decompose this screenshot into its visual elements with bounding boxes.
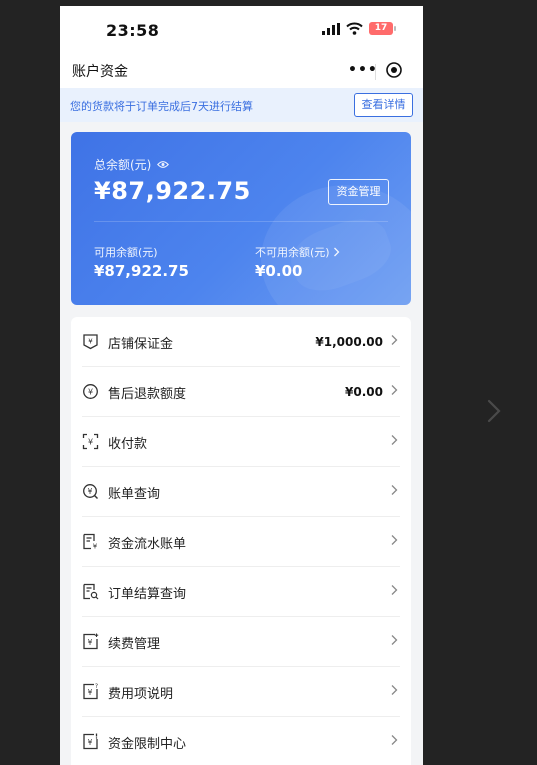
scan-yen-icon: ¥ bbox=[82, 433, 99, 450]
menu-item-payments[interactable]: ¥ 收付款 bbox=[71, 417, 411, 467]
chevron-right-icon bbox=[391, 735, 398, 745]
document-search-icon bbox=[83, 583, 99, 600]
svg-text:¥: ¥ bbox=[88, 638, 93, 647]
menu-label: 账单查询 bbox=[108, 487, 161, 502]
menu-label: 费用项说明 bbox=[108, 687, 174, 702]
notice-text: 您的货款将于订单完成后7天进行结算 bbox=[70, 100, 253, 113]
wifi-icon bbox=[346, 22, 363, 35]
menu-item-refund-quota[interactable]: ¥ 售后退款额度 ¥0.00 bbox=[71, 367, 411, 417]
chevron-right-icon bbox=[391, 535, 398, 545]
menu-label: 资金流水账单 bbox=[108, 537, 187, 552]
view-details-button[interactable]: 查看详情 bbox=[354, 93, 413, 117]
chevron-right-icon bbox=[391, 335, 398, 345]
menu-item-fund-limit[interactable]: ¥ 资金限制中心 bbox=[71, 717, 411, 765]
menu-label: 收付款 bbox=[108, 437, 148, 452]
chevron-right-icon bbox=[391, 485, 398, 495]
chevron-right-icon bbox=[391, 585, 398, 595]
close-target-icon[interactable] bbox=[385, 61, 403, 79]
chevron-right-icon bbox=[391, 635, 398, 645]
menu-label: 续费管理 bbox=[108, 637, 161, 652]
svg-text:¥: ¥ bbox=[88, 338, 93, 346]
chevron-right-icon bbox=[391, 435, 398, 445]
phone-screen: 23:58 17 账户资金 ••• 您的货款将于订单完成后7天进行结算 查看详情… bbox=[60, 6, 423, 765]
menu-item-renewal[interactable]: ¥ 续费管理 bbox=[71, 617, 411, 667]
svg-text:¥: ¥ bbox=[93, 543, 98, 551]
next-arrow-icon[interactable] bbox=[483, 397, 505, 425]
chevron-right-icon bbox=[333, 247, 340, 257]
notice-bar: 您的货款将于订单完成后7天进行结算 查看详情 bbox=[60, 88, 423, 122]
total-balance-label: 总余额(元) bbox=[94, 156, 170, 173]
menu-item-fee-description[interactable]: ¥ ? 费用项说明 bbox=[71, 667, 411, 717]
available-balance-label: 可用余额(元) bbox=[94, 246, 158, 259]
nav-divider bbox=[375, 64, 376, 80]
svg-text:¥: ¥ bbox=[88, 688, 93, 697]
total-balance-label-text: 总余额(元) bbox=[94, 158, 152, 172]
document-yen-icon: ¥ bbox=[83, 533, 98, 551]
available-balance-amount: ¥87,922.75 bbox=[94, 262, 189, 280]
menu-item-order-settlement[interactable]: 订单结算查询 bbox=[71, 567, 411, 617]
chevron-right-icon bbox=[391, 685, 398, 695]
chevron-right-icon bbox=[391, 385, 398, 395]
renew-yen-icon: ¥ bbox=[83, 633, 99, 650]
svg-text:¥: ¥ bbox=[88, 487, 93, 496]
status-icons: 17 bbox=[322, 22, 396, 35]
nav-bar: 账户资金 ••• bbox=[60, 54, 423, 88]
status-bar: 23:58 17 bbox=[60, 6, 423, 54]
total-balance-amount: ¥87,922.75 bbox=[94, 177, 251, 205]
fund-limit-icon: ¥ bbox=[83, 733, 98, 750]
battery-icon: 17 bbox=[369, 22, 396, 35]
svg-text:¥: ¥ bbox=[88, 738, 93, 747]
menu-value: ¥1,000.00 bbox=[315, 335, 383, 349]
svg-text:?: ? bbox=[95, 683, 98, 690]
shield-yen-icon: ¥ bbox=[83, 334, 98, 350]
balance-card: 总余额(元) ¥87,922.75 资金管理 可用余额(元) ¥87,922.7… bbox=[71, 132, 411, 305]
card-divider bbox=[94, 221, 388, 222]
circle-yen-refresh-icon: ¥ bbox=[83, 384, 98, 399]
menu-label: 店铺保证金 bbox=[108, 337, 174, 352]
unavailable-balance-label: 不可用余额(元) bbox=[255, 246, 330, 259]
menu-list: ¥ 店铺保证金 ¥1,000.00 ¥ 售后退款额度 ¥0.00 ¥ 收付款 ¥… bbox=[71, 317, 411, 765]
unavailable-balance-amount: ¥0.00 bbox=[255, 262, 303, 280]
menu-item-fund-flow-bill[interactable]: ¥ 资金流水账单 bbox=[71, 517, 411, 567]
svg-text:¥: ¥ bbox=[88, 438, 93, 447]
more-icon[interactable]: ••• bbox=[348, 63, 378, 77]
eye-icon[interactable] bbox=[157, 160, 170, 169]
menu-label: 售后退款额度 bbox=[108, 387, 187, 402]
status-time: 23:58 bbox=[106, 21, 160, 40]
menu-value: ¥0.00 bbox=[345, 385, 383, 399]
fund-management-button[interactable]: 资金管理 bbox=[328, 179, 389, 205]
menu-item-shop-deposit[interactable]: ¥ 店铺保证金 ¥1,000.00 bbox=[71, 317, 411, 367]
svg-text:¥: ¥ bbox=[88, 388, 93, 397]
search-yen-icon: ¥ bbox=[83, 484, 98, 499]
menu-label: 订单结算查询 bbox=[108, 587, 187, 602]
menu-label: 资金限制中心 bbox=[108, 737, 187, 752]
page-title: 账户资金 bbox=[72, 64, 128, 80]
unavailable-balance-link[interactable]: 不可用余额(元) bbox=[255, 244, 340, 260]
fee-info-icon: ¥ ? bbox=[83, 683, 98, 700]
menu-item-bill-query[interactable]: ¥ 账单查询 bbox=[71, 467, 411, 517]
signal-icon bbox=[322, 22, 340, 35]
